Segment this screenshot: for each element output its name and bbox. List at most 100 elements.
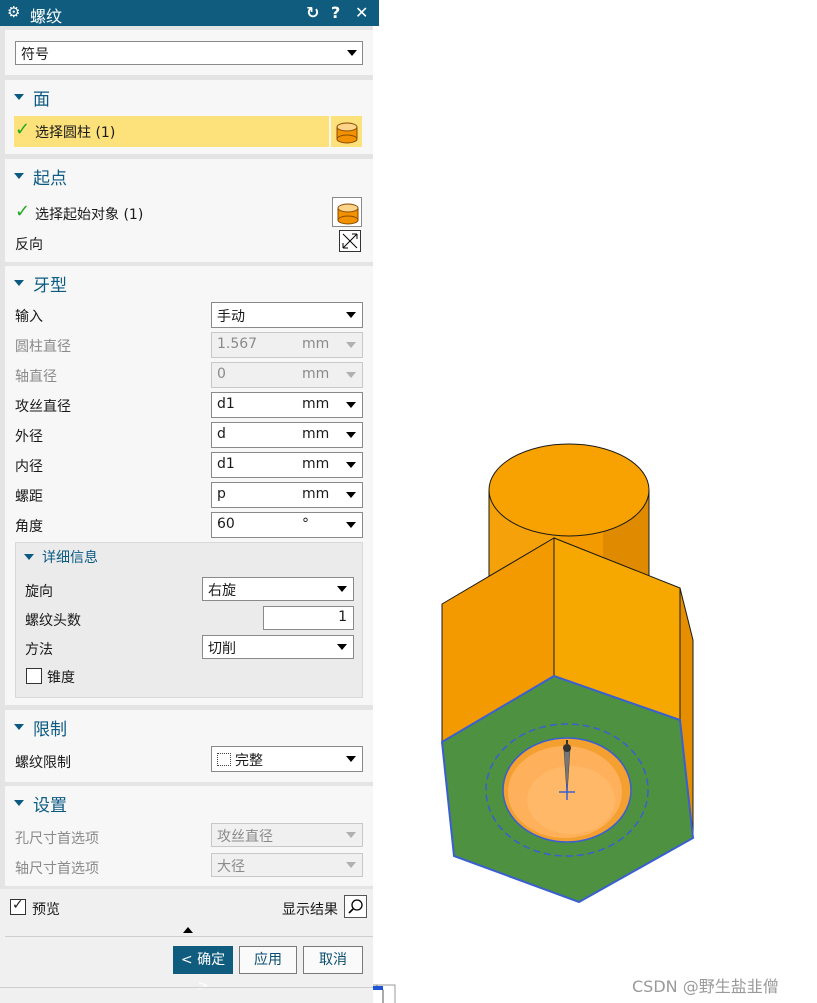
chevron-down-icon bbox=[346, 402, 356, 408]
cylinder-select-button[interactable] bbox=[331, 116, 362, 147]
thread-limit-label: 螺纹限制 bbox=[15, 755, 71, 771]
thread-param-unit: mm bbox=[302, 336, 330, 352]
divider bbox=[5, 936, 373, 937]
thread-param-field[interactable]: d1 mm bbox=[211, 392, 363, 418]
chevron-down-icon bbox=[347, 50, 357, 56]
graphics-viewport[interactable] bbox=[373, 0, 817, 1003]
thread-param-label: 内径 bbox=[15, 459, 43, 475]
watermark: CSDN @野生盐韭僧 bbox=[632, 977, 779, 996]
section-header-thread-shape: 牙型 bbox=[33, 276, 67, 296]
thread-param-value: p bbox=[217, 486, 226, 502]
divider bbox=[0, 987, 373, 988]
thread-param-field[interactable]: 0 mm bbox=[211, 362, 363, 388]
starts-label: 螺纹头数 bbox=[25, 613, 81, 629]
shaft-pref-value: 大径 bbox=[217, 859, 245, 875]
thread-param-field[interactable]: 1.567 mm bbox=[211, 332, 363, 358]
section-header-start: 起点 bbox=[33, 169, 67, 189]
thread-dialog: ⚙ 螺纹 ↻ ? ✕ 符号 面 ✓ 选择圆柱 (1) 起点 ✓ 选择起始对象 (… bbox=[0, 0, 379, 1003]
help-icon[interactable]: ? bbox=[331, 3, 340, 22]
cancel-button[interactable]: 取消 bbox=[303, 946, 363, 974]
collapse-icon[interactable] bbox=[14, 94, 24, 100]
direction-label: 旋向 bbox=[25, 584, 53, 600]
select-cylinder-row[interactable]: ✓ 选择圆柱 (1) bbox=[14, 116, 329, 147]
chevron-down-icon bbox=[346, 756, 356, 762]
method-label: 方法 bbox=[25, 642, 53, 658]
chevron-down-icon bbox=[346, 312, 356, 318]
thread-param-label: 外径 bbox=[15, 429, 43, 445]
thread-param-label: 轴直径 bbox=[15, 369, 57, 385]
thread-param-field[interactable]: p mm bbox=[211, 482, 363, 508]
apply-button[interactable]: 应用 bbox=[239, 946, 297, 974]
close-icon[interactable]: ✕ bbox=[355, 3, 368, 22]
method-dropdown[interactable]: 切削 bbox=[202, 635, 354, 659]
thread-param-field[interactable]: d1 mm bbox=[211, 452, 363, 478]
gear-icon[interactable]: ⚙ bbox=[7, 3, 20, 21]
reverse-label: 反向 bbox=[15, 237, 43, 253]
section-header-limit: 限制 bbox=[33, 720, 67, 740]
thread-param-value: d1 bbox=[217, 396, 235, 412]
collapse-icon[interactable] bbox=[24, 554, 34, 560]
chevron-down-icon bbox=[346, 862, 356, 868]
thread-param-value: 60 bbox=[217, 516, 235, 532]
details-subpanel: 详细信息 旋向 右旋 螺纹头数 1 方法 切削 锥度 bbox=[15, 542, 363, 698]
collapse-icon[interactable] bbox=[14, 280, 24, 286]
show-result-label: 显示结果 bbox=[282, 902, 338, 918]
thread-param-value: d1 bbox=[217, 456, 235, 472]
cylinder-icon bbox=[336, 122, 358, 144]
type-panel: 符号 bbox=[5, 30, 373, 75]
chevron-down-icon bbox=[346, 832, 356, 838]
thread-param-unit: mm bbox=[302, 426, 330, 442]
title-bar: ⚙ 螺纹 ↻ ? ✕ bbox=[0, 0, 379, 26]
hole-pref-label: 孔尺寸首选项 bbox=[15, 831, 99, 847]
checkmark-icon: ✓ bbox=[15, 119, 31, 140]
thread-param-field[interactable]: 60 ° bbox=[211, 512, 363, 538]
ok-button[interactable]: < 确定 > bbox=[173, 946, 233, 994]
thread-limit-dropdown[interactable]: 完整 bbox=[211, 746, 363, 772]
chevron-down-icon bbox=[346, 492, 356, 498]
hole-pref-value: 攻丝直径 bbox=[217, 829, 273, 845]
chevron-down-icon bbox=[337, 644, 347, 650]
starts-input[interactable]: 1 bbox=[263, 606, 354, 630]
thread-param-field[interactable]: 手动 bbox=[211, 302, 363, 328]
thread-param-unit: ° bbox=[302, 516, 309, 532]
chevron-down-icon bbox=[346, 432, 356, 438]
show-result-button[interactable] bbox=[344, 895, 367, 918]
chevron-down-icon bbox=[337, 586, 347, 592]
checkmark-icon: ✓ bbox=[12, 897, 24, 913]
direction-dropdown[interactable]: 右旋 bbox=[202, 577, 354, 601]
chevron-down-icon bbox=[346, 342, 356, 348]
face-section: 面 ✓ 选择圆柱 (1) bbox=[5, 80, 373, 154]
chevron-down-icon bbox=[346, 462, 356, 468]
reverse-direction-button[interactable] bbox=[339, 230, 361, 252]
shaft-pref-dropdown[interactable]: 大径 bbox=[211, 853, 363, 877]
select-cylinder-label: 选择圆柱 (1) bbox=[35, 125, 116, 141]
start-object-button[interactable] bbox=[332, 197, 362, 227]
type-dropdown[interactable]: 符号 bbox=[15, 41, 363, 65]
thread-param-unit: mm bbox=[302, 486, 330, 502]
hole-pref-dropdown[interactable]: 攻丝直径 bbox=[211, 823, 363, 847]
method-value: 切削 bbox=[208, 641, 236, 657]
collapse-icon[interactable] bbox=[14, 173, 24, 179]
thread-param-field[interactable]: d mm bbox=[211, 422, 363, 448]
checkmark-icon: ✓ bbox=[15, 201, 31, 222]
thread-param-label: 螺距 bbox=[15, 489, 43, 505]
limit-section: 限制 螺纹限制 完整 bbox=[5, 710, 373, 782]
cylinder-icon bbox=[337, 203, 359, 225]
preview-checkbox[interactable]: ✓ bbox=[10, 897, 26, 915]
reset-icon[interactable]: ↻ bbox=[306, 3, 319, 22]
thread-param-value: d bbox=[217, 426, 226, 442]
dialog-footer: ✓ 预览 显示结果 < 确定 > 应用 取消 bbox=[0, 889, 373, 1003]
taper-checkbox[interactable] bbox=[26, 668, 42, 684]
thread-param-label: 圆柱直径 bbox=[15, 339, 71, 355]
thread-param-label: 攻丝直径 bbox=[15, 399, 71, 415]
start-section: 起点 ✓ 选择起始对象 (1) 反向 bbox=[5, 159, 373, 262]
starts-value: 1 bbox=[338, 609, 347, 625]
collapse-icon[interactable] bbox=[14, 724, 24, 730]
dialog-title: 螺纹 bbox=[30, 7, 63, 26]
collapse-icon[interactable] bbox=[14, 800, 24, 806]
expand-up-icon[interactable] bbox=[183, 927, 193, 933]
details-header: 详细信息 bbox=[42, 550, 98, 566]
section-header-face: 面 bbox=[33, 90, 50, 110]
thread-param-value: 1.567 bbox=[217, 336, 258, 352]
section-header-settings: 设置 bbox=[33, 796, 67, 816]
